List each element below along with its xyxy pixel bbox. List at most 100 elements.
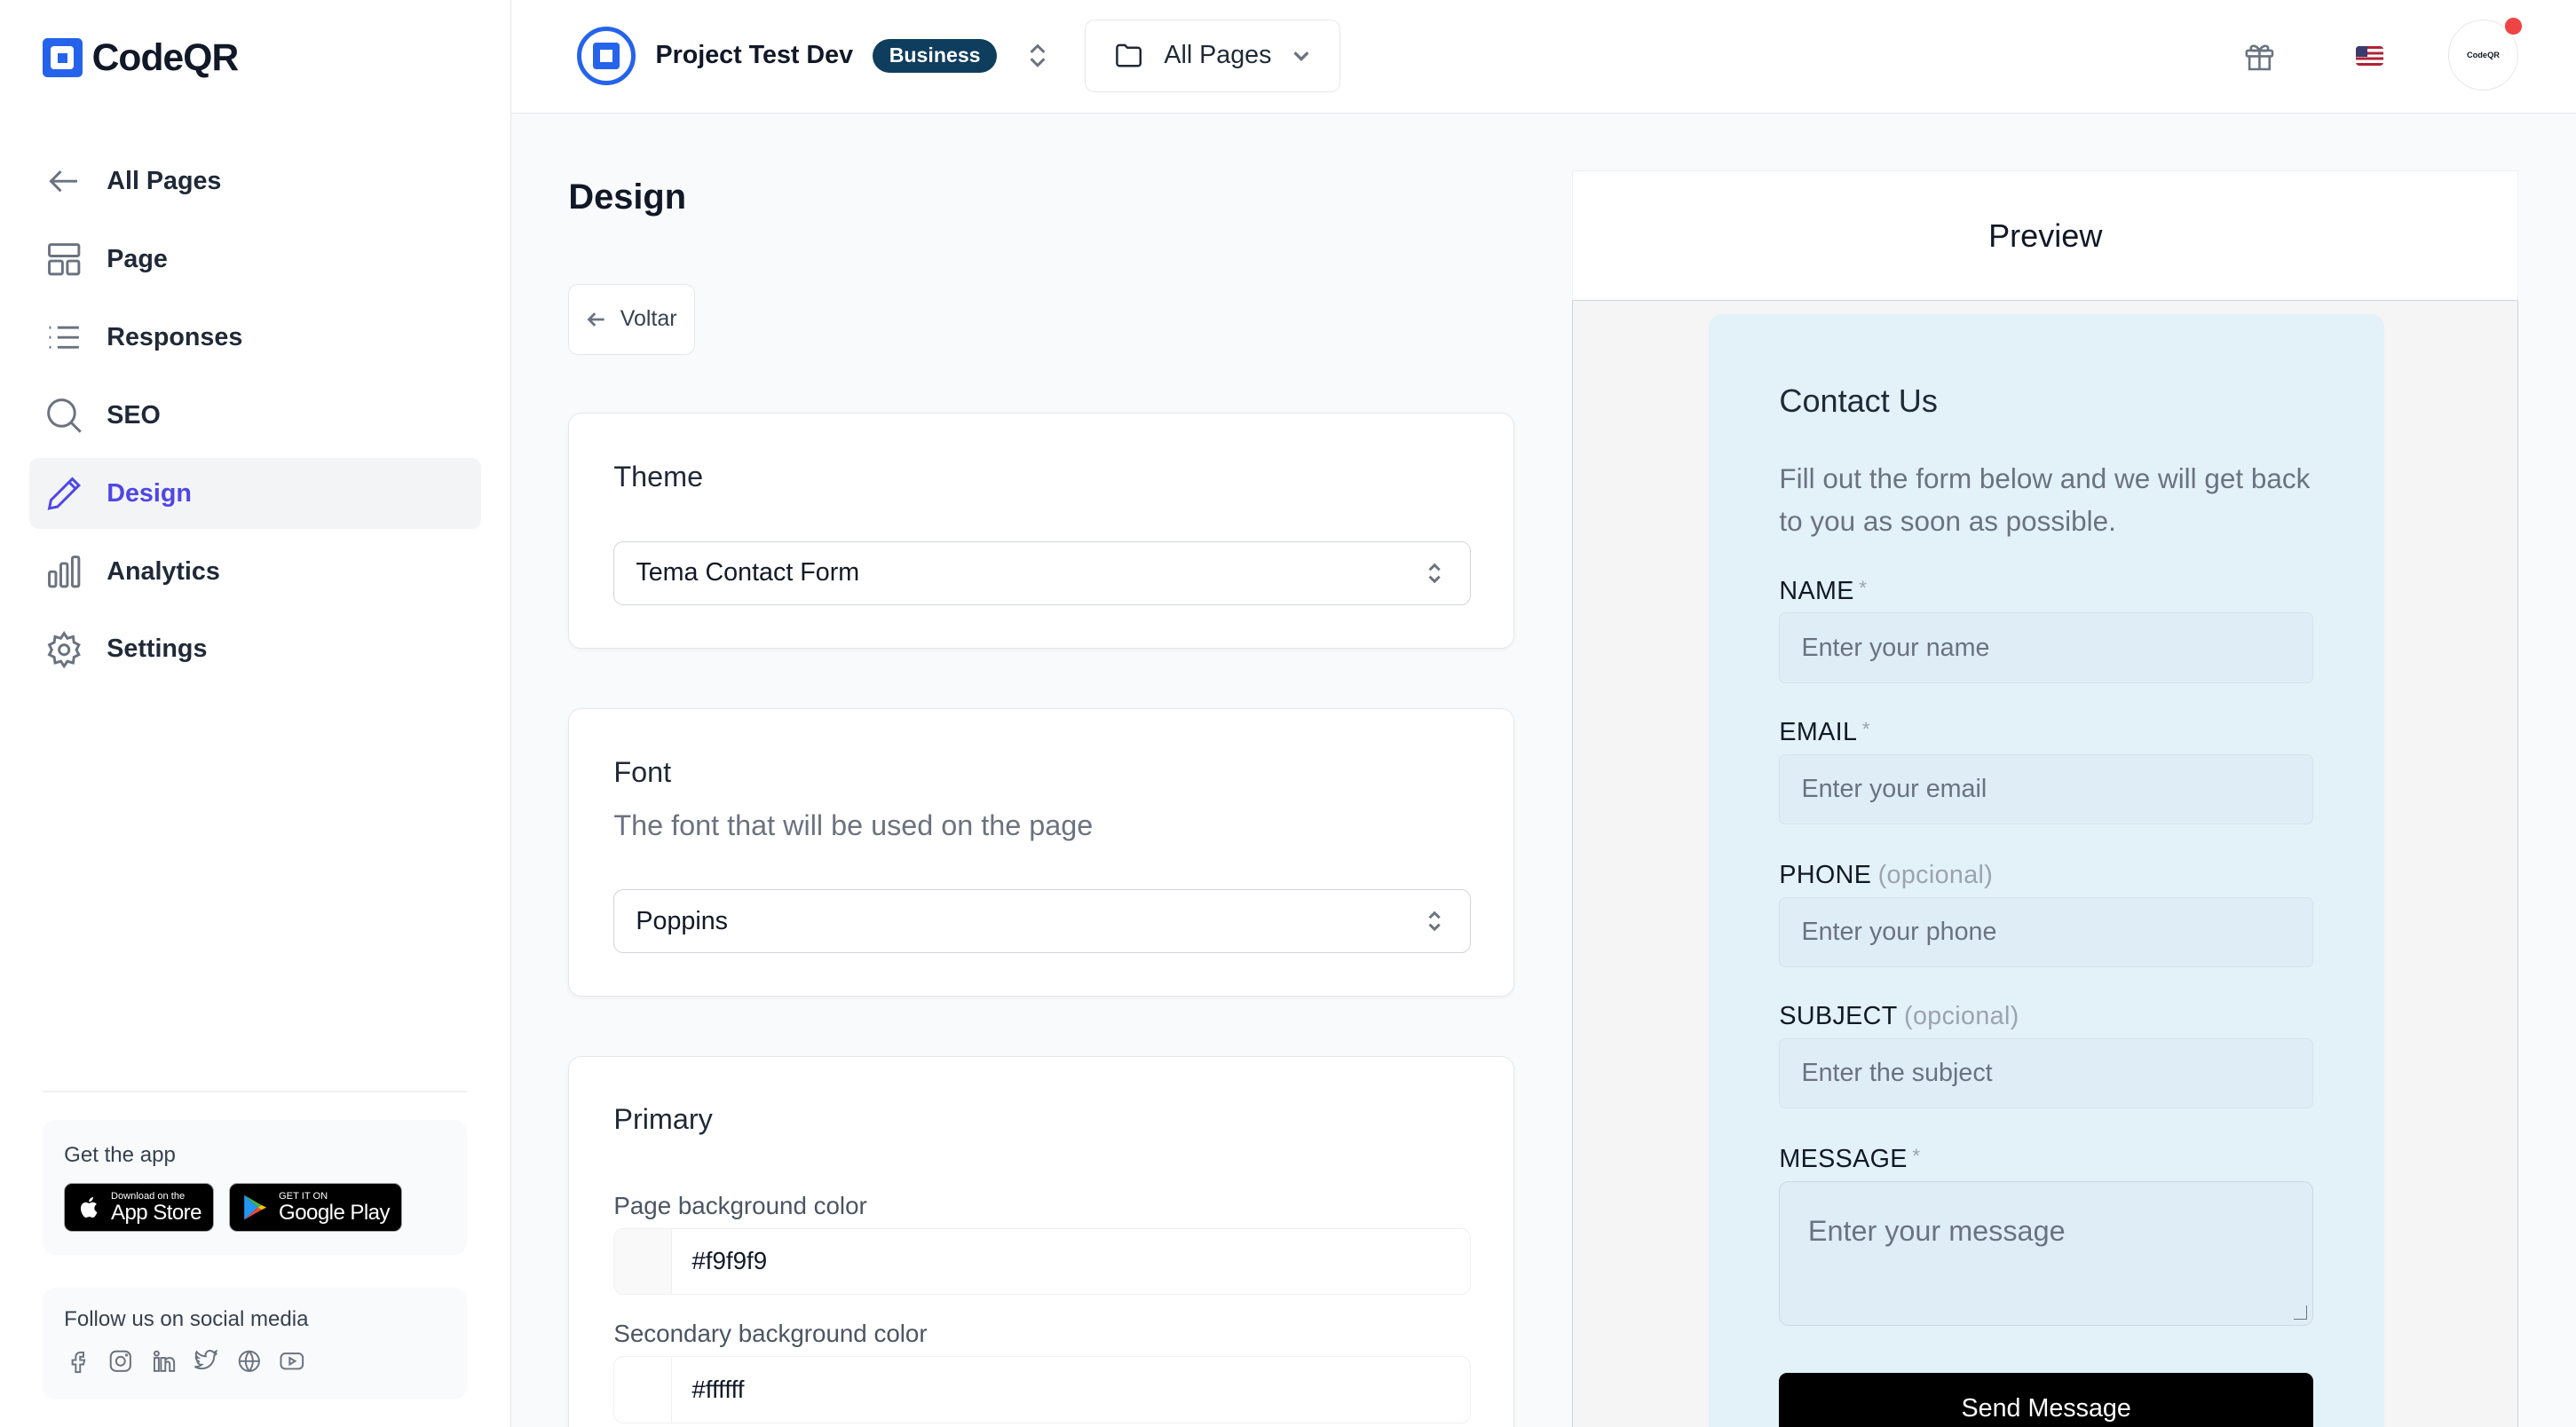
page-bg-input[interactable]: #f9f9f9 [671, 1227, 1472, 1296]
globe-icon[interactable] [235, 1347, 263, 1375]
secondary-bg-color-field: #ffffff [613, 1355, 1472, 1423]
chevron-updown-icon [1428, 563, 1441, 584]
google-play-button[interactable]: GET IT ON Google Play [228, 1182, 402, 1233]
form-title: Contact Us [1779, 382, 1938, 420]
sidebar-item-label: Responses [107, 322, 243, 351]
email-label: EMAIL * [1779, 717, 1870, 746]
sidebar-item-all-pages[interactable]: All Pages [29, 146, 481, 217]
chevron-down-icon [1293, 51, 1309, 61]
codeqr-logo-icon [43, 38, 83, 78]
sidebar-item-label: Analytics [107, 556, 220, 586]
sidebar-item-design[interactable]: Design [29, 458, 482, 529]
arrow-left-icon [49, 170, 77, 193]
qr-icon [593, 43, 620, 69]
primary-title: Primary [613, 1102, 713, 1135]
bar-chart-icon [48, 555, 81, 588]
primary-card: Primary Page background color #f9f9f9 Se… [568, 1056, 1515, 1427]
top-header: Project Test Dev Business All Pages Code… [510, 0, 2576, 114]
project-name: Project Test Dev [655, 41, 854, 70]
facebook-icon[interactable] [64, 1347, 91, 1375]
page-bg-label: Page background color [613, 1191, 867, 1219]
gear-icon [47, 630, 81, 669]
theme-card: Theme Tema Contact Form [568, 412, 1515, 650]
twitter-icon[interactable] [192, 1347, 219, 1375]
google-play-icon [244, 1194, 267, 1220]
social-box: Follow us on social media [43, 1288, 467, 1399]
layout-icon [48, 243, 81, 276]
project-switcher[interactable]: Project Test Dev Business [576, 26, 1050, 86]
all-pages-label: All Pages [1164, 41, 1272, 70]
logo[interactable]: CodeQR [43, 35, 240, 80]
avatar-text: CodeQR [2466, 50, 2500, 59]
instagram-icon[interactable] [107, 1347, 134, 1375]
search-icon [47, 398, 82, 433]
preview-title: Preview [1988, 217, 2103, 254]
google-play-big-text: Google Play [279, 1201, 390, 1225]
sidebar: CodeQR All Pages Page Responses SEO Desi… [0, 0, 511, 1427]
back-label: Voltar [620, 306, 677, 332]
list-icon [49, 326, 79, 349]
font-title: Font [613, 756, 672, 789]
secondary-bg-input[interactable]: #ffffff [671, 1355, 1472, 1423]
apple-icon [81, 1196, 98, 1218]
page-title: Design [568, 177, 687, 217]
arrow-left-icon [587, 312, 604, 327]
sidebar-item-analytics[interactable]: Analytics [29, 536, 481, 607]
font-subtitle: The font that will be used on the page [613, 808, 1094, 841]
app-store-big-text: App Store [110, 1201, 202, 1225]
back-button[interactable]: Voltar [568, 284, 695, 355]
app-store-button[interactable]: Download on the App Store [64, 1182, 214, 1233]
theme-title: Theme [613, 461, 704, 493]
us-flag-icon[interactable] [2356, 45, 2384, 67]
secondary-bg-swatch[interactable] [613, 1355, 672, 1423]
page-bg-swatch[interactable] [613, 1227, 672, 1296]
secondary-bg-label: Secondary background color [613, 1320, 928, 1348]
name-input[interactable]: Enter your name [1779, 612, 2313, 683]
sidebar-item-settings[interactable]: Settings [29, 614, 481, 685]
sidebar-item-label: All Pages [107, 167, 222, 195]
logo-text: CodeQR [91, 35, 240, 79]
sidebar-item-label: Page [107, 244, 168, 273]
email-input[interactable]: Enter your email [1779, 753, 2313, 825]
pencil-icon [47, 477, 81, 510]
youtube-icon[interactable] [278, 1347, 305, 1375]
folder-icon [1116, 43, 1142, 67]
preview-header: Preview [1572, 170, 2519, 301]
sidebar-item-label: SEO [107, 400, 161, 430]
page-bg-color-field: #f9f9f9 [613, 1227, 1472, 1296]
social-title: Follow us on social media [64, 1307, 309, 1332]
font-selected: Poppins [636, 906, 729, 935]
sidebar-nav: All Pages Page Responses SEO Design Anal… [29, 146, 482, 692]
all-pages-dropdown[interactable]: All Pages [1084, 20, 1341, 92]
sidebar-item-responses[interactable]: Responses [29, 303, 481, 374]
gift-icon[interactable] [2242, 39, 2277, 74]
linkedin-icon[interactable] [149, 1347, 177, 1375]
chevron-updown-icon[interactable] [1026, 41, 1049, 70]
form-description: Fill out the form below and we will get … [1779, 463, 2311, 538]
app-root: CodeQR All Pages Page Responses SEO Desi… [0, 0, 2576, 1427]
sidebar-item-seo[interactable]: SEO [29, 380, 481, 451]
font-card: Font The font that will be used on the p… [568, 707, 1515, 997]
name-label: NAME * [1779, 576, 1868, 605]
sidebar-item-label: Design [107, 478, 192, 508]
theme-select[interactable]: Tema Contact Form [613, 540, 1472, 606]
sidebar-divider [43, 1090, 467, 1092]
get-app-box: Get the app Download on the App Store GE… [43, 1120, 467, 1255]
font-select[interactable]: Poppins [613, 889, 1472, 954]
subject-label: SUBJECT (opcional) [1779, 1001, 2019, 1030]
message-label: MESSAGE * [1779, 1145, 1921, 1173]
theme-selected: Tema Contact Form [636, 558, 860, 587]
chevron-updown-icon [1428, 911, 1441, 932]
send-message-button[interactable]: Send Message [1779, 1373, 2313, 1427]
notification-dot [2505, 18, 2522, 35]
project-avatar [576, 26, 636, 86]
get-app-title: Get the app [64, 1143, 176, 1168]
phone-input[interactable]: Enter your phone [1779, 896, 2313, 968]
subject-input[interactable]: Enter the subject [1779, 1037, 2313, 1109]
phone-label: PHONE (opcional) [1779, 860, 1994, 889]
sidebar-item-label: Settings [107, 635, 208, 664]
sidebar-item-page[interactable]: Page [29, 225, 481, 296]
plan-badge: Business [873, 38, 998, 73]
message-textarea[interactable]: Enter your message [1779, 1180, 2313, 1326]
contact-form-preview: Contact Us Fill out the form below and w… [1708, 313, 2384, 1427]
